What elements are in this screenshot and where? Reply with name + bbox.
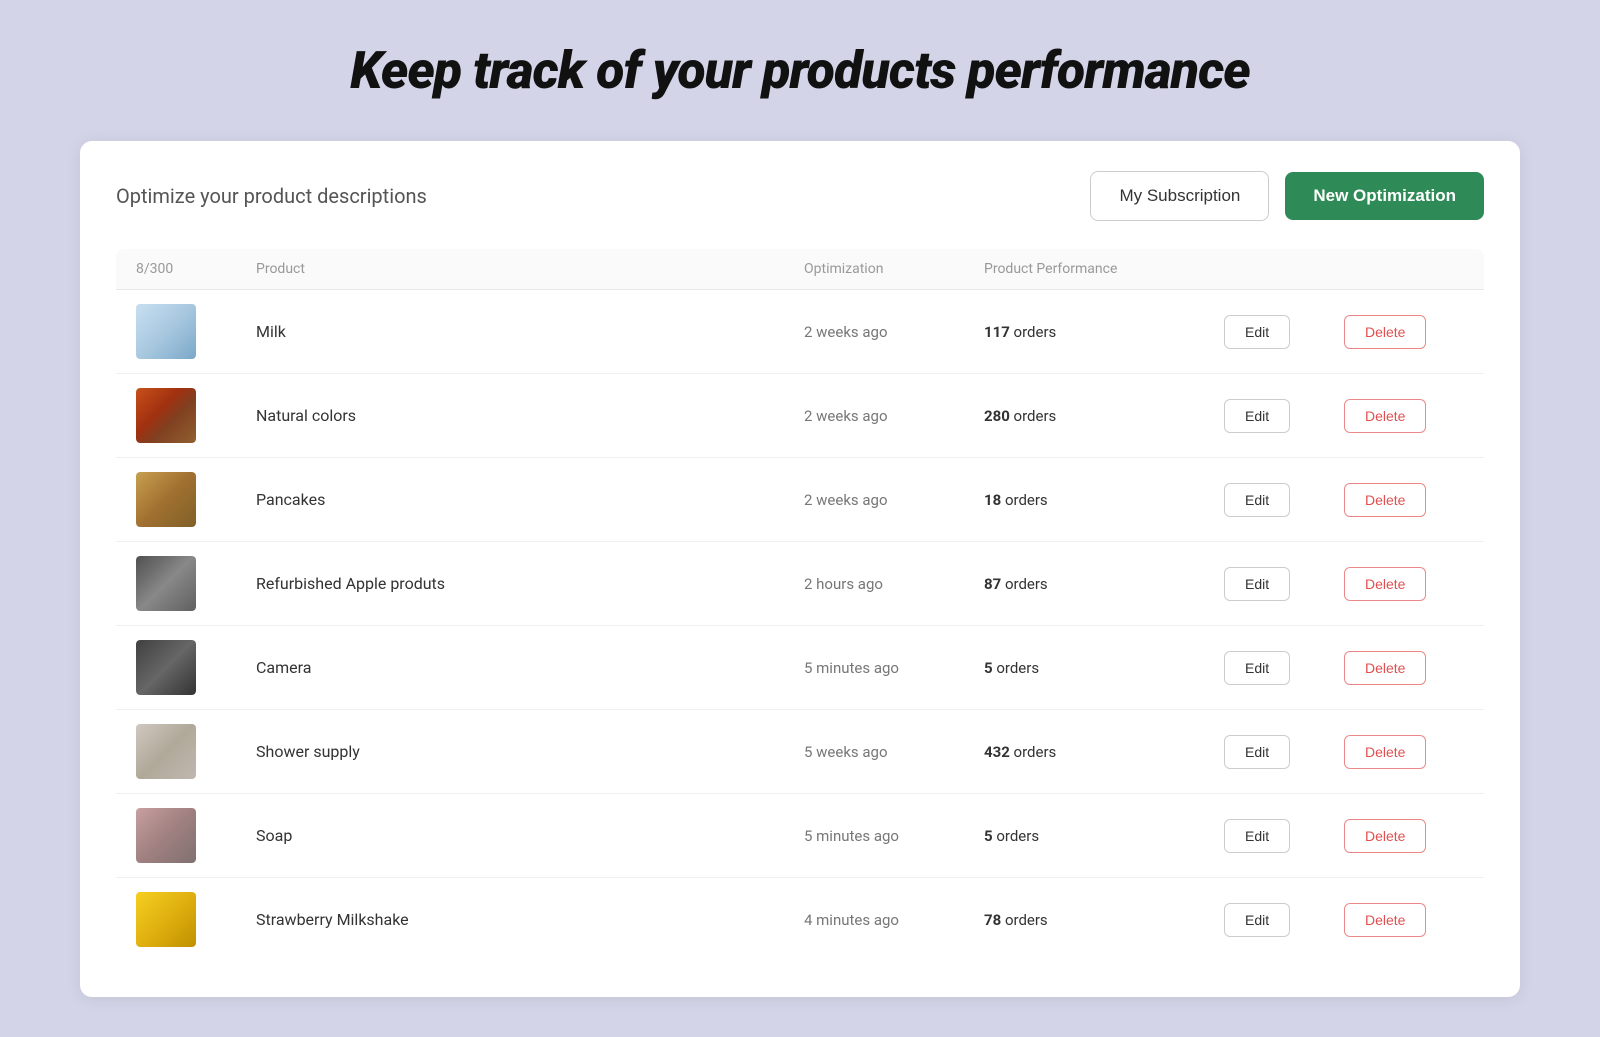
actions-camera: Edit — [1224, 651, 1344, 685]
actions-shower-supply: Edit — [1224, 735, 1344, 769]
performance-shower-supply: 432 orders — [984, 743, 1224, 761]
actions-strawberry-milkshake: Edit — [1224, 903, 1344, 937]
subscription-button[interactable]: My Subscription — [1090, 171, 1269, 221]
optimization-time-natural-colors: 2 weeks ago — [804, 407, 984, 425]
product-img-placeholder-camera — [136, 640, 196, 695]
product-image-refurbished-apple — [136, 556, 196, 611]
optimization-time-refurbished-apple: 2 hours ago — [804, 575, 984, 593]
delete-button-strawberry-milkshake[interactable]: Delete — [1344, 903, 1426, 937]
delete-cell-soap: Delete — [1344, 819, 1464, 853]
product-img-placeholder-refurbished-apple — [136, 556, 196, 611]
edit-button-shower-supply[interactable]: Edit — [1224, 735, 1290, 769]
product-image-strawberry-milkshake — [136, 892, 196, 947]
performance-soap: 5 orders — [984, 827, 1224, 845]
delete-cell-strawberry-milkshake: Delete — [1344, 903, 1464, 937]
header-buttons: My Subscription New Optimization — [1090, 171, 1484, 221]
table-row: Pancakes 2 weeks ago 18 orders Edit Dele… — [116, 458, 1484, 542]
table-header: 8/300 Product Optimization Product Perfo… — [116, 249, 1484, 290]
col-performance: Product Performance — [984, 261, 1224, 277]
performance-milk: 117 orders — [984, 323, 1224, 341]
main-card: Optimize your product descriptions My Su… — [80, 141, 1520, 997]
product-name-shower-supply: Shower supply — [256, 742, 804, 761]
actions-soap: Edit — [1224, 819, 1344, 853]
product-name-refurbished-apple: Refurbished Apple produts — [256, 574, 804, 593]
table-row: Natural colors 2 weeks ago 280 orders Ed… — [116, 374, 1484, 458]
col-edit-header — [1224, 261, 1344, 277]
table-body: Milk 2 weeks ago 117 orders Edit Delete … — [116, 290, 1484, 961]
hero-title: Keep track of your products performance — [80, 40, 1520, 101]
table-row: Refurbished Apple produts 2 hours ago 87… — [116, 542, 1484, 626]
product-name-strawberry-milkshake: Strawberry Milkshake — [256, 910, 804, 929]
delete-cell-natural-colors: Delete — [1344, 399, 1464, 433]
delete-button-soap[interactable]: Delete — [1344, 819, 1426, 853]
performance-pancakes: 18 orders — [984, 491, 1224, 509]
optimization-time-camera: 5 minutes ago — [804, 659, 984, 677]
product-name-natural-colors: Natural colors — [256, 406, 804, 425]
new-optimization-button[interactable]: New Optimization — [1285, 172, 1484, 220]
products-table: 8/300 Product Optimization Product Perfo… — [116, 249, 1484, 961]
product-image-camera — [136, 640, 196, 695]
edit-button-milk[interactable]: Edit — [1224, 315, 1290, 349]
product-image-natural-colors — [136, 388, 196, 443]
delete-cell-pancakes: Delete — [1344, 483, 1464, 517]
col-counter: 8/300 — [136, 261, 256, 277]
delete-button-refurbished-apple[interactable]: Delete — [1344, 567, 1426, 601]
delete-cell-milk: Delete — [1344, 315, 1464, 349]
product-name-pancakes: Pancakes — [256, 490, 804, 509]
product-image-soap — [136, 808, 196, 863]
edit-button-refurbished-apple[interactable]: Edit — [1224, 567, 1290, 601]
product-image-pancakes — [136, 472, 196, 527]
product-img-placeholder-strawberry-milkshake — [136, 892, 196, 947]
actions-pancakes: Edit — [1224, 483, 1344, 517]
optimization-time-soap: 5 minutes ago — [804, 827, 984, 845]
table-row: Milk 2 weeks ago 117 orders Edit Delete — [116, 290, 1484, 374]
optimization-time-strawberry-milkshake: 4 minutes ago — [804, 911, 984, 929]
card-header: Optimize your product descriptions My Su… — [116, 171, 1484, 221]
performance-strawberry-milkshake: 78 orders — [984, 911, 1224, 929]
col-product: Product — [256, 261, 804, 277]
table-row: Shower supply 5 weeks ago 432 orders Edi… — [116, 710, 1484, 794]
edit-button-soap[interactable]: Edit — [1224, 819, 1290, 853]
delete-cell-camera: Delete — [1344, 651, 1464, 685]
delete-button-camera[interactable]: Delete — [1344, 651, 1426, 685]
page-wrapper: Keep track of your products performance … — [0, 0, 1600, 1037]
product-image-milk — [136, 304, 196, 359]
product-img-placeholder-shower-supply — [136, 724, 196, 779]
table-row: Camera 5 minutes ago 5 orders Edit Delet… — [116, 626, 1484, 710]
actions-refurbished-apple: Edit — [1224, 567, 1344, 601]
product-image-shower-supply — [136, 724, 196, 779]
delete-button-milk[interactable]: Delete — [1344, 315, 1426, 349]
card-subtitle: Optimize your product descriptions — [116, 184, 427, 208]
performance-camera: 5 orders — [984, 659, 1224, 677]
product-name-camera: Camera — [256, 658, 804, 677]
product-name-soap: Soap — [256, 826, 804, 845]
table-row: Soap 5 minutes ago 5 orders Edit Delete — [116, 794, 1484, 878]
product-img-placeholder-pancakes — [136, 472, 196, 527]
edit-button-natural-colors[interactable]: Edit — [1224, 399, 1290, 433]
edit-button-strawberry-milkshake[interactable]: Edit — [1224, 903, 1290, 937]
performance-natural-colors: 280 orders — [984, 407, 1224, 425]
delete-cell-refurbished-apple: Delete — [1344, 567, 1464, 601]
optimization-time-milk: 2 weeks ago — [804, 323, 984, 341]
col-delete-header — [1344, 261, 1464, 277]
product-img-placeholder-natural-colors — [136, 388, 196, 443]
product-img-placeholder-milk — [136, 304, 196, 359]
delete-button-natural-colors[interactable]: Delete — [1344, 399, 1426, 433]
performance-refurbished-apple: 87 orders — [984, 575, 1224, 593]
edit-button-camera[interactable]: Edit — [1224, 651, 1290, 685]
table-row: Strawberry Milkshake 4 minutes ago 78 or… — [116, 878, 1484, 961]
product-name-milk: Milk — [256, 322, 804, 341]
delete-button-pancakes[interactable]: Delete — [1344, 483, 1426, 517]
actions-natural-colors: Edit — [1224, 399, 1344, 433]
optimization-time-shower-supply: 5 weeks ago — [804, 743, 984, 761]
delete-cell-shower-supply: Delete — [1344, 735, 1464, 769]
optimization-time-pancakes: 2 weeks ago — [804, 491, 984, 509]
col-optimization: Optimization — [804, 261, 984, 277]
edit-button-pancakes[interactable]: Edit — [1224, 483, 1290, 517]
delete-button-shower-supply[interactable]: Delete — [1344, 735, 1426, 769]
product-img-placeholder-soap — [136, 808, 196, 863]
actions-milk: Edit — [1224, 315, 1344, 349]
